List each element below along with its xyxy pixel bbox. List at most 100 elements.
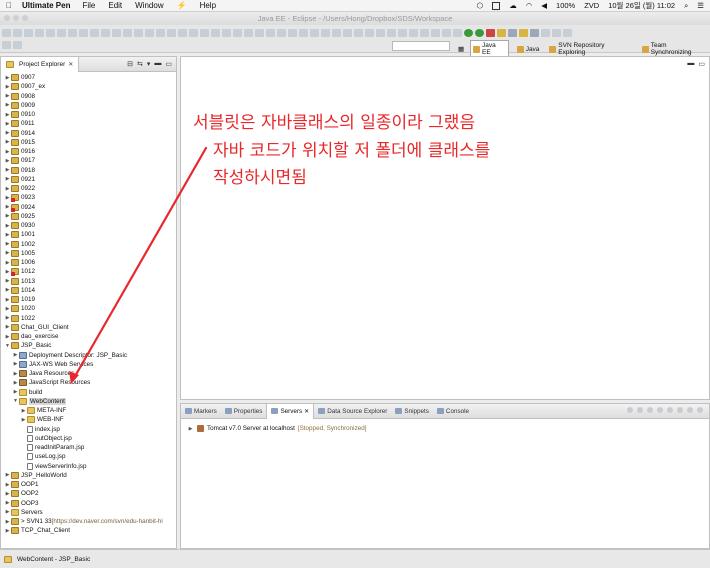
minimize-icon[interactable] (687, 407, 693, 413)
tree-row[interactable]: ▶ build (1, 388, 176, 397)
tab-servers[interactable]: Servers ✕ (266, 403, 315, 419)
minimize-icon[interactable]: ▬ (154, 60, 161, 68)
tree-row[interactable]: ▶ 0907 (1, 73, 176, 82)
open-perspective-icon[interactable]: ▦ (458, 45, 464, 53)
external-tools-icon[interactable] (486, 29, 495, 37)
toolbar-icon[interactable] (387, 29, 396, 37)
menu-help[interactable]: Help (200, 1, 216, 10)
start-server-icon[interactable] (637, 407, 643, 413)
tab-project-explorer[interactable]: Project Explorer ✕ (1, 56, 80, 72)
toolbar-icon[interactable] (376, 29, 385, 37)
volume-icon[interactable]: ◀ (541, 1, 547, 10)
tree-row[interactable]: ▶ TCP_Chat_Client (1, 526, 176, 535)
expand-twisty-icon[interactable]: ▶ (12, 389, 19, 395)
profile-server-icon[interactable] (647, 407, 653, 413)
minimize-icon[interactable]: ▬ (687, 60, 694, 68)
publish-icon[interactable] (667, 407, 673, 413)
tree-row[interactable]: ▶ 1012 (1, 267, 176, 277)
toolbar-icon[interactable] (321, 29, 330, 37)
tree-row[interactable]: ▶ 1002 (1, 240, 176, 249)
toolbar-icon[interactable] (222, 29, 231, 37)
expand-twisty-icon[interactable]: ▶ (4, 482, 11, 488)
tree-row[interactable]: ▶ Java Resources (1, 369, 176, 378)
debug-server-icon[interactable] (627, 407, 633, 413)
tree-row[interactable]: ▶ 1005 (1, 249, 176, 258)
expand-twisty-icon[interactable]: ▶ (4, 139, 11, 145)
expand-twisty-icon[interactable]: ▶ (4, 232, 11, 238)
search-icon[interactable]: ⌕ (684, 1, 688, 11)
toolbar-icon[interactable] (112, 29, 121, 37)
tree-row[interactable]: ▼ WebContent (1, 397, 176, 406)
tree-row[interactable]: ▶ 0925 (1, 212, 176, 221)
expand-twisty-icon[interactable]: ▶ (4, 509, 11, 515)
link-editor-icon[interactable]: ⇆ (137, 60, 143, 68)
expand-twisty-icon[interactable]: ▶ (4, 528, 11, 534)
clock[interactable]: 10월 26일 (월) 11:02 (608, 0, 675, 11)
toolbar-icon[interactable] (145, 29, 154, 37)
tree-row[interactable]: ▶ JAX-WS Web Services (1, 360, 176, 369)
toolbar-icon[interactable] (123, 29, 132, 37)
toolbar-icon[interactable] (156, 29, 165, 37)
tree-row[interactable]: ▶ dao_exercise (1, 332, 176, 341)
forward-icon[interactable] (563, 29, 572, 37)
collapse-twisty-icon[interactable]: ▼ (12, 398, 19, 404)
toolbar-icon[interactable] (365, 29, 374, 37)
expand-twisty-icon[interactable]: ▶ (4, 223, 11, 229)
search-icon[interactable] (530, 29, 539, 37)
tree-row[interactable]: ▶ 1013 (1, 277, 176, 286)
tree-row[interactable]: ▶ WEB-INF (1, 415, 176, 424)
toolbar-icon[interactable] (189, 29, 198, 37)
maximize-icon[interactable] (697, 407, 703, 413)
tree-row[interactable]: ▶ 0909 (1, 101, 176, 110)
tree-row[interactable]: ▶ 1022 (1, 314, 176, 323)
apple-icon[interactable]:  (6, 1, 16, 10)
expand-twisty-icon[interactable]: ▶ (4, 93, 11, 99)
dropbox-icon[interactable]: ⬡ (477, 1, 484, 10)
tree-row[interactable]: readInitParam.jsp (1, 443, 176, 452)
expand-twisty-icon[interactable]: ▶ (4, 130, 11, 136)
expand-icon[interactable]: ▶ (187, 426, 194, 432)
toolbar-icon[interactable] (244, 29, 253, 37)
open-type-icon[interactable] (519, 29, 528, 37)
tree-row[interactable]: ▶ 0911 (1, 119, 176, 128)
expand-twisty-icon[interactable]: ▶ (4, 472, 11, 478)
tree-row[interactable]: ▶ OOP2 (1, 489, 176, 498)
tree-row[interactable]: viewServerInfo.jsp (1, 462, 176, 471)
expand-twisty-icon[interactable]: ▶ (4, 167, 11, 173)
expand-twisty-icon[interactable]: ▶ (4, 121, 11, 127)
tree-row[interactable]: useLog.jsp (1, 452, 176, 461)
expand-twisty-icon[interactable]: ▶ (4, 491, 11, 497)
back-icon[interactable] (552, 29, 561, 37)
expand-twisty-icon[interactable]: ▶ (4, 112, 11, 118)
toolbar-icon[interactable] (431, 29, 440, 37)
toolbar-icon[interactable] (541, 29, 550, 37)
toolbar-icon[interactable] (134, 29, 143, 37)
tree-row[interactable]: ▶ 0918 (1, 166, 176, 175)
tree-row[interactable]: ▶ Deployment Descriptor: JSP_Basic (1, 351, 176, 360)
tree-row[interactable]: ▼ JSP_Basic (1, 341, 176, 350)
new-package-icon[interactable] (508, 29, 517, 37)
expand-twisty-icon[interactable]: ▶ (4, 260, 11, 266)
new-icon[interactable] (2, 29, 11, 37)
tree-row[interactable]: ▶ META-INF (1, 406, 176, 415)
expand-twisty-icon[interactable]: ▶ (4, 278, 11, 284)
expand-twisty-icon[interactable]: ▶ (4, 500, 11, 506)
expand-twisty-icon[interactable]: ▶ (4, 519, 11, 525)
toolbar-icon[interactable] (266, 29, 275, 37)
toolbar-icon[interactable] (35, 29, 44, 37)
menu-file[interactable]: File (82, 1, 95, 10)
tree-row[interactable]: ▶ 0907_ex (1, 82, 176, 91)
expand-twisty-icon[interactable]: ▶ (4, 306, 11, 312)
close-icon[interactable]: ✕ (68, 61, 73, 68)
app-menu[interactable]: Ultimate Pen (22, 1, 70, 10)
expand-twisty-icon[interactable]: ▶ (4, 149, 11, 155)
tab-markers[interactable]: Markers (181, 404, 221, 419)
toolbar-icon[interactable] (90, 29, 99, 37)
expand-twisty-icon[interactable]: ▶ (4, 287, 11, 293)
toolbar-icon[interactable] (288, 29, 297, 37)
tree-row[interactable]: ▶ 1014 (1, 286, 176, 295)
expand-twisty-icon[interactable]: ▶ (20, 408, 27, 414)
tab-properties[interactable]: Properties (221, 404, 267, 419)
expand-twisty-icon[interactable]: ▶ (12, 361, 19, 367)
expand-twisty-icon[interactable]: ▶ (4, 334, 11, 340)
